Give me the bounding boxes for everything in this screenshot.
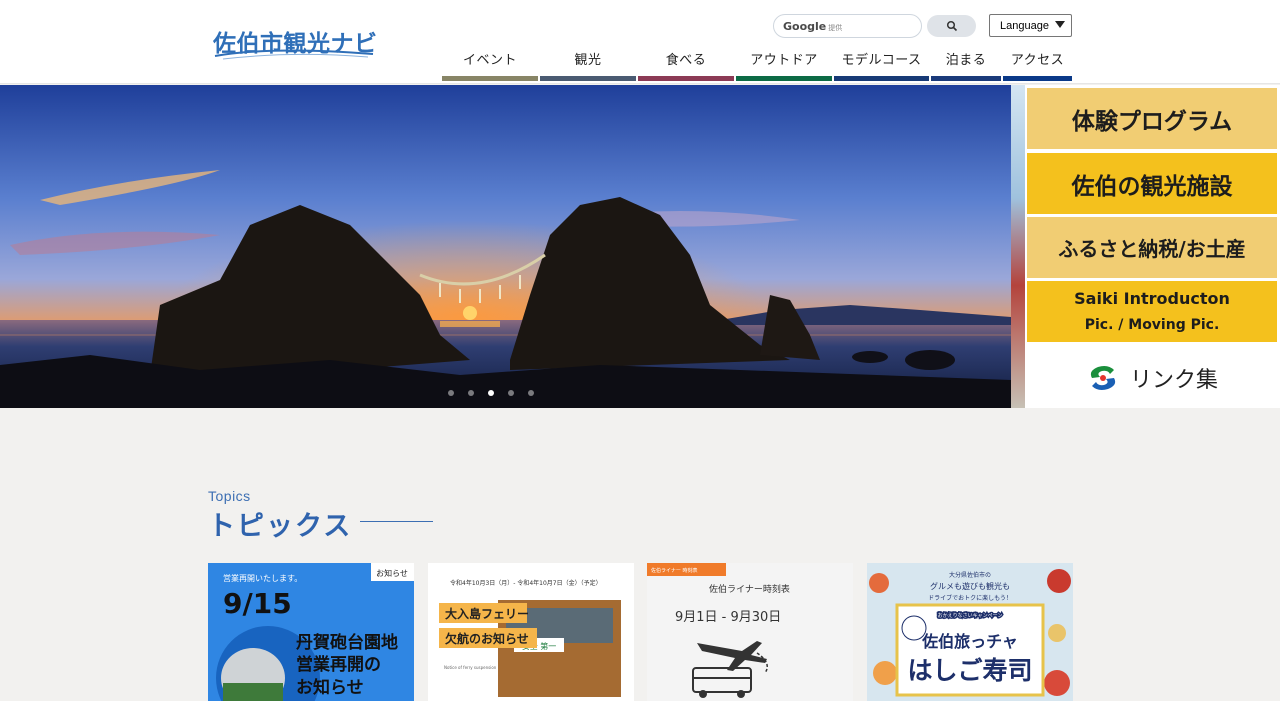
nav-item-model-course[interactable]: モデルコース — [834, 48, 929, 81]
saiki-city-emblem-icon — [1090, 365, 1116, 390]
card-title: 佐伯ライナー時刻表 — [709, 583, 790, 595]
tourist-facilities-banner[interactable]: 佐伯の観光施設 — [1027, 153, 1277, 214]
nav-item-label: 観光 — [574, 53, 602, 68]
search-input[interactable]: Google 提供 — [773, 14, 922, 38]
topic-card-image: 令和4年10月3日（月）- 令和4年10月7日（金）（予定） 安全 第一 大入島… — [428, 563, 634, 701]
nav-item-label: イベント — [462, 53, 517, 68]
intro-subtitle: Pic. / Moving Pic. — [1084, 316, 1220, 333]
topic-card-saiki-liner[interactable]: 佐伯ライナー 時刻表 佐伯ライナー時刻表 9月1日 - 9月30日 — [647, 563, 853, 701]
topic-card-image: お知らせ 営業再開いたします。 9/15 丹賀砲台園地 営業再開の お知らせ — [208, 563, 414, 701]
nav-color-bar — [540, 76, 636, 81]
saiki-introduction-banner[interactable]: Saiki Introducton Pic. / Moving Pic. — [1027, 281, 1277, 342]
furusato-tax-banner[interactable]: ふるさと納税/お土産 — [1027, 217, 1277, 278]
main-nav: イベント 観光 食べる アウトドア モデルコース 泊まる アクセス — [442, 48, 1074, 82]
card-line1: 大入島フェリー — [445, 606, 529, 621]
card-small-note: Notice of ferry suspension — [444, 665, 497, 670]
intro-title: Saiki Introducton — [1074, 288, 1230, 308]
google-label: Google — [783, 20, 827, 33]
nav-item-label: 食べる — [665, 53, 707, 68]
topics-divider — [360, 521, 433, 522]
hero-carousel[interactable] — [0, 85, 1011, 408]
card-top-note: 営業再開いたします。 — [223, 573, 302, 583]
nav-item-label: 泊まる — [945, 53, 987, 68]
search-icon — [946, 20, 957, 32]
carousel-dot-3[interactable] — [488, 390, 494, 396]
next-slide-preview — [1011, 85, 1025, 408]
links-banner[interactable]: リンク集 — [1027, 347, 1277, 408]
topic-card-image: 佐伯ライナー 時刻表 佐伯ライナー時刻表 9月1日 - 9月30日 — [647, 563, 853, 701]
nav-item-label: アクセス — [1010, 53, 1065, 68]
nav-color-bar — [1003, 76, 1072, 81]
experience-program-banner[interactable]: 体験プログラム — [1027, 88, 1277, 149]
language-select[interactable]: Language — [989, 14, 1072, 37]
links-label: リンク集 — [1129, 367, 1218, 393]
language-select-value: Language — [1000, 19, 1049, 32]
carousel-dots — [448, 390, 534, 396]
logo-wave-icon — [214, 49, 374, 60]
nav-item-outdoor[interactable]: アウトドア — [736, 48, 832, 81]
nav-item-sightseeing[interactable]: 観光 — [540, 48, 636, 81]
card-title2: はしご寿司 — [907, 656, 1032, 685]
card-mid: グルメも遊びも観光も — [930, 581, 1010, 591]
nav-color-bar — [638, 76, 734, 81]
search-sub-label: 提供 — [828, 24, 843, 32]
nav-item-food[interactable]: 食べる — [638, 48, 734, 81]
card-line2: 欠航のお知らせ — [445, 631, 529, 646]
nav-color-bar — [442, 76, 538, 81]
nav-item-access[interactable]: アクセス — [1003, 48, 1072, 81]
hero-sunset-image — [0, 85, 1011, 408]
site-header: 佐伯市観光ナビ Google 提供 Language イベント 観光 食べる ア… — [0, 0, 1280, 84]
topic-card-sushi-campaign[interactable]: 大分県佐伯市の グルメも遊びも観光も ドライブでおトクに楽しもう！ おかえりなさ… — [867, 563, 1073, 701]
card-title1: 佐伯旅っチャ — [921, 632, 1018, 651]
nav-color-bar — [931, 76, 1001, 81]
card-campaign: おかえりなさいキャンペーン — [938, 612, 1003, 619]
card-line2: 営業再開の — [296, 654, 381, 675]
search-button[interactable] — [927, 15, 976, 37]
side-banner-panel: 体験プログラム 佐伯の観光施設 ふるさと納税/お土産 Saiki Introdu… — [1025, 85, 1280, 408]
topics-heading-en: Topics — [208, 488, 251, 504]
card-line3: お知らせ — [296, 677, 364, 698]
topics-heading: トピックス — [208, 511, 353, 542]
card-line1: 丹賀砲台園地 — [296, 632, 398, 653]
carousel-dot-1[interactable] — [448, 390, 454, 396]
topic-card-battery-park[interactable]: お知らせ 営業再開いたします。 9/15 丹賀砲台園地 営業再開の お知らせ — [208, 563, 414, 701]
card-dates: 9月1日 - 9月30日 — [675, 610, 781, 625]
card-tag: お知らせ — [376, 568, 408, 578]
nav-item-stay[interactable]: 泊まる — [931, 48, 1001, 81]
carousel-dot-4[interactable] — [508, 390, 514, 396]
card-date-range: 令和4年10月3日（月）- 令和4年10月7日（金）（予定） — [450, 579, 602, 587]
nav-item-event[interactable]: イベント — [442, 48, 538, 81]
carousel-dot-5[interactable] — [528, 390, 534, 396]
card-small: ドライブでおトクに楽しもう！ — [928, 594, 1012, 602]
nav-item-label: アウトドア — [750, 53, 818, 68]
card-date: 9/15 — [223, 587, 292, 620]
nav-color-bar — [736, 76, 832, 81]
nav-item-label: モデルコース — [841, 53, 922, 68]
carousel-dot-2[interactable] — [468, 390, 474, 396]
nav-color-bar — [834, 76, 929, 81]
site-logo[interactable]: 佐伯市観光ナビ — [213, 22, 378, 62]
card-tag: 佐伯ライナー 時刻表 — [651, 567, 698, 574]
topic-card-image: 大分県佐伯市の グルメも遊びも観光も ドライブでおトクに楽しもう！ おかえりなさ… — [867, 563, 1073, 701]
chevron-down-icon — [1055, 21, 1065, 28]
topic-card-ferry[interactable]: 令和4年10月3日（月）- 令和4年10月7日（金）（予定） 安全 第一 大入島… — [428, 563, 634, 701]
card-top: 大分県佐伯市の — [949, 571, 991, 579]
